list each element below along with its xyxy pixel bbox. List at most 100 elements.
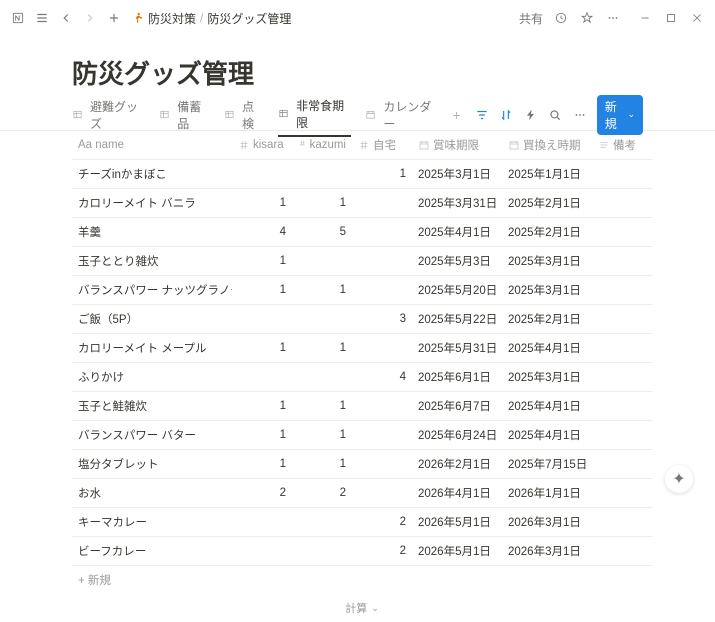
cell-expiry[interactable]: 2025年6月24日 (412, 421, 502, 450)
tab-4[interactable]: カレンダー (365, 93, 438, 136)
cell-expiry[interactable]: 2025年3月31日 (412, 189, 502, 218)
filter-icon[interactable] (475, 107, 489, 123)
more-icon[interactable] (605, 10, 621, 26)
add-view-button[interactable]: + (453, 107, 461, 123)
cell-name[interactable]: カロリーメイト メープル (72, 334, 232, 363)
clock-icon[interactable] (553, 10, 569, 26)
cell-kazumi[interactable] (292, 537, 352, 566)
cell-home[interactable]: 1 (352, 160, 412, 189)
cell-name[interactable]: ビーフカレー (72, 537, 232, 566)
cell-expiry[interactable]: 2025年5月31日 (412, 334, 502, 363)
cell-kisara[interactable]: 1 (232, 421, 292, 450)
cell-replace[interactable]: 2025年4月1日 (502, 392, 592, 421)
cell-kisara[interactable]: 1 (232, 450, 292, 479)
column-header-kisara[interactable]: kisara (232, 131, 292, 160)
cell-expiry[interactable]: 2025年5月22日 (412, 305, 502, 334)
cell-kazumi[interactable]: 1 (292, 334, 352, 363)
cell-expiry[interactable]: 2026年4月1日 (412, 479, 502, 508)
share-button[interactable]: 共有 (519, 10, 543, 27)
cell-replace[interactable]: 2026年3月1日 (502, 537, 592, 566)
cell-kazumi[interactable]: 1 (292, 421, 352, 450)
cell-home[interactable] (352, 479, 412, 508)
calculate-row[interactable]: 計算 ⌄ (72, 594, 652, 622)
cell-replace[interactable]: 2025年1月1日 (502, 160, 592, 189)
cell-note[interactable] (592, 160, 652, 189)
column-header-replace[interactable]: 買換え時期 (502, 131, 592, 160)
cell-name[interactable]: キーマカレー (72, 508, 232, 537)
ai-fab-button[interactable]: ✦ (665, 465, 693, 493)
cell-name[interactable]: 羊羹 (72, 218, 232, 247)
cell-expiry[interactable]: 2025年6月1日 (412, 363, 502, 392)
cell-kazumi[interactable] (292, 305, 352, 334)
minimize-icon[interactable] (637, 10, 653, 26)
cell-name[interactable]: お水 (72, 479, 232, 508)
cell-kisara[interactable] (232, 537, 292, 566)
forward-icon[interactable] (82, 10, 98, 26)
cell-kisara[interactable]: 1 (232, 247, 292, 276)
tab-1[interactable]: 備蓄品 (159, 93, 210, 136)
cell-expiry[interactable]: 2026年5月1日 (412, 537, 502, 566)
cell-expiry[interactable]: 2026年5月1日 (412, 508, 502, 537)
cell-kisara[interactable]: 1 (232, 392, 292, 421)
cell-note[interactable] (592, 218, 652, 247)
cell-note[interactable] (592, 305, 652, 334)
breadcrumb-parent[interactable]: 防災対策 (148, 10, 196, 27)
maximize-icon[interactable] (663, 10, 679, 26)
cell-expiry[interactable]: 2025年5月20日 (412, 276, 502, 305)
star-icon[interactable] (579, 10, 595, 26)
cell-expiry[interactable]: 2025年6月7日 (412, 392, 502, 421)
cell-kisara[interactable] (232, 160, 292, 189)
cell-home[interactable] (352, 421, 412, 450)
cell-home[interactable] (352, 189, 412, 218)
cell-kazumi[interactable]: 1 (292, 276, 352, 305)
cell-kazumi[interactable]: 1 (292, 450, 352, 479)
cell-expiry[interactable]: 2025年3月1日 (412, 160, 502, 189)
cell-note[interactable] (592, 363, 652, 392)
column-header-kazumi[interactable]: kazumi (292, 131, 352, 160)
cell-kazumi[interactable] (292, 160, 352, 189)
cell-note[interactable] (592, 479, 652, 508)
cell-home[interactable] (352, 276, 412, 305)
column-header-name[interactable]: Aa name (72, 131, 232, 160)
cell-replace[interactable]: 2025年2月1日 (502, 189, 592, 218)
cell-expiry[interactable]: 2025年5月3日 (412, 247, 502, 276)
cell-kisara[interactable]: 1 (232, 276, 292, 305)
cell-home[interactable] (352, 247, 412, 276)
cell-note[interactable] (592, 189, 652, 218)
add-row-button[interactable]: + 新規 (72, 566, 652, 594)
cell-name[interactable]: バランスパワー ナッツグラノーラ (72, 276, 232, 305)
cell-note[interactable] (592, 276, 652, 305)
breadcrumb[interactable]: 防災対策 / 防災グッズ管理 (130, 10, 291, 27)
bolt-icon[interactable] (524, 107, 538, 123)
cell-expiry[interactable]: 2025年4月1日 (412, 218, 502, 247)
cell-replace[interactable]: 2025年2月1日 (502, 218, 592, 247)
menu-icon[interactable] (34, 10, 50, 26)
tab-2[interactable]: 点検 (224, 93, 264, 136)
cell-note[interactable] (592, 392, 652, 421)
view-more-icon[interactable] (572, 107, 586, 123)
sort-icon[interactable] (499, 107, 513, 123)
cell-replace[interactable]: 2025年3月1日 (502, 276, 592, 305)
column-header-expiry[interactable]: 賞味期限 (412, 131, 502, 160)
cell-home[interactable] (352, 334, 412, 363)
cell-replace[interactable]: 2025年4月1日 (502, 334, 592, 363)
cell-note[interactable] (592, 537, 652, 566)
cell-kisara[interactable]: 1 (232, 334, 292, 363)
cell-note[interactable] (592, 508, 652, 537)
cell-note[interactable] (592, 247, 652, 276)
breadcrumb-current[interactable]: 防災グッズ管理 (207, 10, 291, 27)
cell-kazumi[interactable] (292, 363, 352, 392)
cell-home[interactable] (352, 218, 412, 247)
cell-kazumi[interactable] (292, 508, 352, 537)
column-header-note[interactable]: 備考 (592, 131, 652, 160)
cell-kisara[interactable] (232, 508, 292, 537)
cell-name[interactable]: 玉子と鮭雑炊 (72, 392, 232, 421)
cell-name[interactable]: ご飯（5P） (72, 305, 232, 334)
cell-kazumi[interactable]: 2 (292, 479, 352, 508)
page-title[interactable]: 防災グッズ管理 (72, 54, 655, 91)
cell-name[interactable]: 玉子ととり雑炊 (72, 247, 232, 276)
cell-kisara[interactable]: 1 (232, 189, 292, 218)
cell-note[interactable] (592, 421, 652, 450)
cell-replace[interactable]: 2025年3月1日 (502, 247, 592, 276)
cell-kisara[interactable]: 4 (232, 218, 292, 247)
